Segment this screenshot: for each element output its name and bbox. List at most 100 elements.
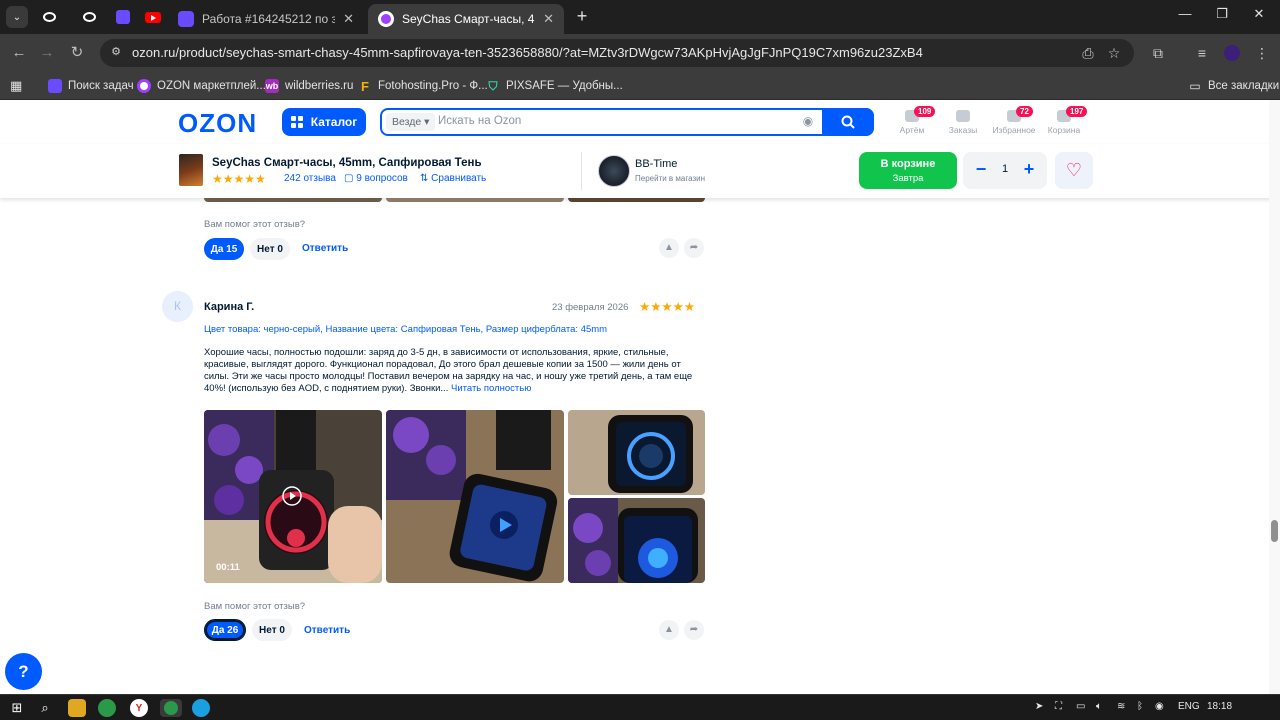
url-text[interactable]: ozon.ru/product/seychas-smart-chasy-45mm… xyxy=(132,45,923,60)
chrome-active-icon[interactable] xyxy=(160,699,182,717)
quantity-value: 1 xyxy=(1001,163,1009,175)
questions-link[interactable]: ▢ 9 вопросов xyxy=(344,173,408,184)
reload-icon[interactable]: ↻ xyxy=(66,42,88,64)
bookmark-wildberries[interactable]: wb wildberries.ru xyxy=(265,77,353,95)
volume-icon[interactable]: 🔈︎ xyxy=(1096,701,1102,712)
bookmark-fotohosting[interactable]: F Fotohosting.Pro - Ф... xyxy=(358,77,488,95)
helpful-yes-button[interactable]: Да 15 xyxy=(204,238,244,260)
pinned-tab-youtube[interactable] xyxy=(142,7,164,27)
reply-link[interactable]: Ответить xyxy=(302,243,348,254)
seller-store-link[interactable]: Перейти в магазин xyxy=(635,174,705,183)
review-photo[interactable] xyxy=(568,410,705,495)
close-tab-icon[interactable]: ✕ xyxy=(543,11,554,27)
divider xyxy=(581,152,582,190)
help-chat-button[interactable]: ? xyxy=(5,653,42,690)
yandex-browser-icon[interactable]: Y xyxy=(130,699,148,717)
helpful-yes-button[interactable]: Да 26 xyxy=(204,619,246,641)
reply-link[interactable]: Ответить xyxy=(304,625,350,636)
seller-logo[interactable] xyxy=(598,155,630,187)
profile-avatar[interactable] xyxy=(1222,43,1242,63)
review-photo[interactable] xyxy=(568,498,705,583)
extensions-icon[interactable]: ⧉ xyxy=(1148,43,1168,63)
search-button[interactable] xyxy=(822,108,874,136)
helpful-no-button[interactable]: Нет 0 xyxy=(252,619,292,641)
share-icon[interactable]: ➦ xyxy=(684,238,704,258)
helpful-no-button[interactable]: Нет 0 xyxy=(250,238,290,260)
search-input[interactable]: Искать на Ozon xyxy=(438,115,521,127)
ozon-ring-icon xyxy=(137,79,151,93)
add-to-favorites-button[interactable]: ♡ xyxy=(1055,152,1093,189)
camera-search-icon[interactable]: ◉ xyxy=(800,114,816,130)
apps-grid-icon[interactable]: ▦ xyxy=(10,77,22,95)
language-indicator[interactable]: ENG xyxy=(1178,701,1200,712)
compare-link[interactable]: ⇅ Сравнивать xyxy=(420,173,486,184)
product-rating-stars: ★★★★★ xyxy=(212,172,266,186)
in-cart-button[interactable]: В корзине Завтра xyxy=(859,152,957,189)
media-control-icon[interactable]: ≡ xyxy=(1192,43,1212,63)
ozon-logo[interactable]: OZON xyxy=(178,108,257,139)
report-icon[interactable]: ▲ xyxy=(659,620,679,640)
search-icon[interactable]: ⌕ xyxy=(36,699,54,717)
clock[interactable]: 18:18 xyxy=(1207,701,1232,712)
menu-dots-icon[interactable]: ⋮ xyxy=(1252,43,1272,63)
address-bar[interactable]: ⚙ ozon.ru/product/seychas-smart-chasy-45… xyxy=(100,39,1134,67)
read-more-link[interactable]: Читать полностью xyxy=(451,383,531,394)
chrome-tray-icon[interactable]: ◉ xyxy=(1155,701,1164,712)
helpful-question: Вам помог этот отзыв? xyxy=(204,219,306,230)
pinned-tab-ozon-1[interactable] xyxy=(38,7,60,27)
pinned-tab-purple[interactable] xyxy=(112,7,134,27)
app-icon[interactable] xyxy=(192,699,210,717)
forward-arrow-icon[interactable]: → xyxy=(36,42,58,64)
close-tab-icon[interactable]: ✕ xyxy=(343,11,354,27)
new-tab-button[interactable]: + xyxy=(572,6,592,27)
header-cart[interactable]: 197 Корзина xyxy=(1034,106,1094,135)
network-icon[interactable]: ≋ xyxy=(1117,701,1125,712)
windows-start-icon[interactable]: ⊞ xyxy=(8,699,26,717)
catalog-button[interactable]: Каталог xyxy=(282,108,366,136)
bookmark-pixsafe[interactable]: ⛉ PIXSAFE — Удобны... xyxy=(486,77,622,95)
battery-icon[interactable]: ▭ xyxy=(1076,701,1085,712)
review-video-thumbnail[interactable] xyxy=(204,410,382,583)
bookmark-tasks[interactable]: Поиск задач xyxy=(48,77,134,95)
prev-review-photo[interactable] xyxy=(386,198,564,202)
bookmark-ozon[interactable]: OZON маркетплей... xyxy=(137,77,266,95)
increase-quantity-button[interactable]: + xyxy=(1019,159,1039,179)
product-title[interactable]: SeyChas Смарт-часы, 45mm, Сапфировая Тен… xyxy=(212,157,482,169)
search-scope-select[interactable]: Везде ▾ xyxy=(386,113,436,131)
tab-ozon-product[interactable]: SeyChas Смарт-часы, 45mm, С ✕ xyxy=(368,4,564,34)
favorites-badge: 72 xyxy=(1016,106,1033,117)
seller-name[interactable]: BB-Time xyxy=(635,158,677,170)
prev-review-photo[interactable] xyxy=(204,198,382,202)
all-bookmarks[interactable]: ▭ Все закладки xyxy=(1188,77,1279,95)
close-window-button[interactable]: ✕ xyxy=(1236,6,1280,22)
bookmark-star-icon[interactable]: ☆ xyxy=(1104,43,1124,63)
prev-review-photo[interactable] xyxy=(568,198,705,202)
site-info-icon[interactable]: ⚙ xyxy=(108,45,124,61)
quantity-stepper: − 1 + xyxy=(963,152,1047,189)
file-explorer-icon[interactable] xyxy=(68,699,86,717)
review-photo[interactable] xyxy=(386,410,564,583)
bookmarks-bar: ▦ Поиск задач OZON маркетплей... wb wildb… xyxy=(0,72,1280,100)
shield-icon: ⛉ xyxy=(488,78,498,93)
pinned-tab-ozon-2[interactable] xyxy=(78,7,100,27)
screenshot-icon[interactable]: ⛶ xyxy=(1055,701,1062,712)
orders-box-icon xyxy=(956,110,970,122)
report-icon[interactable]: ▲ xyxy=(659,238,679,258)
windows-taskbar: ⊞ ⌕ Y ➤ ⛶ ▭ 🔈︎ ≋ ᛒ ◉ ENG 18:18 xyxy=(0,694,1280,720)
search-bar[interactable]: Везде ▾ Искать на Ozon ◉ xyxy=(380,108,874,136)
chrome-icon[interactable] xyxy=(98,699,116,717)
scrollbar-track[interactable] xyxy=(1269,100,1280,694)
telegram-icon[interactable]: ➤ xyxy=(1035,701,1043,712)
scrollbar-thumb[interactable] xyxy=(1271,520,1278,542)
tab-job[interactable]: Работа #164245212 по заказу ✕ xyxy=(168,4,364,34)
review-variant-link[interactable]: Цвет товара: черно-серый, Название цвета… xyxy=(204,324,607,335)
tab-search-chevron-icon[interactable]: ⌄ xyxy=(6,6,28,28)
back-arrow-icon[interactable]: ← xyxy=(8,42,30,64)
product-thumbnail[interactable] xyxy=(179,154,203,186)
share-icon[interactable]: ➦ xyxy=(684,620,704,640)
f-logo-icon: F xyxy=(361,78,369,94)
bluetooth-icon[interactable]: ᛒ xyxy=(1137,701,1143,712)
reviews-count-link[interactable]: 242 отзыва xyxy=(284,173,336,184)
install-app-icon[interactable]: ⎙ xyxy=(1078,43,1098,63)
decrease-quantity-button[interactable]: − xyxy=(971,159,991,179)
